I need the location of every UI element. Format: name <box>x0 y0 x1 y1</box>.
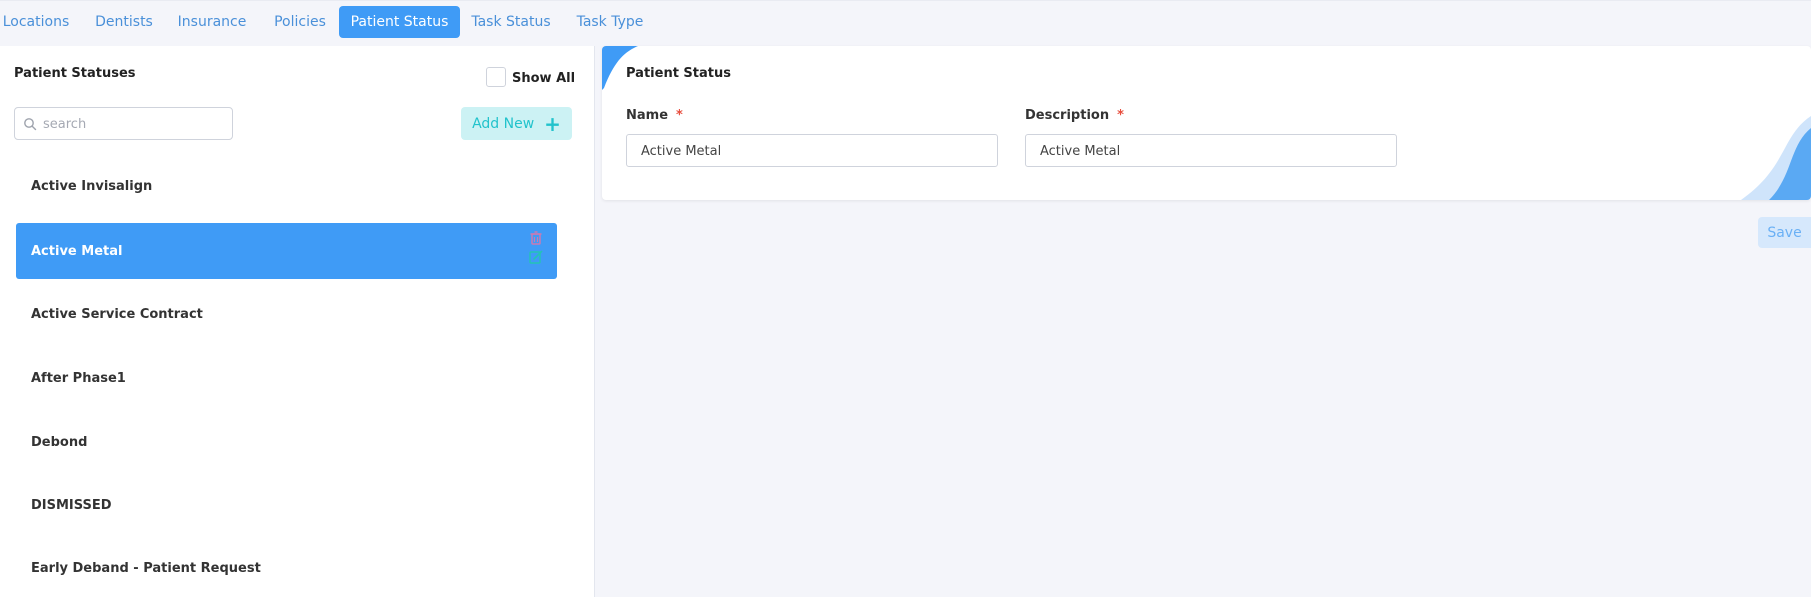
save-button[interactable]: Save <box>1758 217 1811 248</box>
show-all-checkbox[interactable] <box>486 67 506 87</box>
name-input[interactable] <box>641 140 981 162</box>
patient-status-form: Patient Status Name * Description * <box>602 46 1811 200</box>
name-label-text: Name <box>626 108 669 123</box>
description-input[interactable] <box>1040 140 1380 162</box>
top-tab-bar: Locations Dentists Insurance Policies Pa… <box>0 0 1811 46</box>
form-title: Patient Status <box>626 66 731 81</box>
tab-policies[interactable]: Policies <box>264 6 336 38</box>
item-actions <box>529 231 543 264</box>
list-item[interactable]: DISMISSED <box>16 477 557 533</box>
list-item-label: Active Invisalign <box>31 178 153 194</box>
list-item-label: DISMISSED <box>31 497 112 513</box>
list-item-selected[interactable]: Active Metal <box>16 223 557 279</box>
add-new-button[interactable]: Add New + <box>461 107 572 140</box>
tab-task-status[interactable]: Task Status <box>466 6 556 38</box>
search-input[interactable] <box>43 113 228 135</box>
description-field[interactable] <box>1025 134 1397 167</box>
show-all-label: Show All <box>512 71 576 86</box>
tab-locations[interactable]: Locations <box>0 6 72 38</box>
panel-title: Patient Statuses <box>14 66 136 81</box>
edit-icon[interactable] <box>529 250 543 264</box>
list-item[interactable]: Active Invisalign <box>16 158 557 214</box>
tab-task-type[interactable]: Task Type <box>570 6 650 38</box>
name-field[interactable] <box>626 134 998 167</box>
wave-decoration <box>1741 116 1811 200</box>
name-label: Name * <box>626 108 683 123</box>
show-all-toggle[interactable]: Show All <box>486 66 575 88</box>
search-box[interactable] <box>14 107 233 140</box>
description-label-text: Description <box>1025 108 1110 123</box>
list-item-label: Active Metal <box>31 243 123 259</box>
list-item-label: Early Deband - Patient Request <box>31 560 261 576</box>
search-icon <box>24 118 37 131</box>
tab-insurance[interactable]: Insurance <box>172 6 252 38</box>
required-mark: * <box>1117 108 1124 123</box>
tab-dentists[interactable]: Dentists <box>84 6 164 38</box>
list-item-label: Active Service Contract <box>31 306 203 322</box>
description-label: Description * <box>1025 108 1124 123</box>
list-item-label: After Phase1 <box>31 370 126 386</box>
list-item-label: Debond <box>31 434 88 450</box>
trash-icon[interactable] <box>529 231 543 246</box>
required-mark: * <box>676 108 683 123</box>
list-item[interactable]: Early Deband - Patient Request <box>16 540 557 596</box>
patient-statuses-panel: Patient Statuses Show All Add New + Acti… <box>0 46 595 597</box>
tab-patient-status[interactable]: Patient Status <box>339 6 460 38</box>
add-new-label: Add New <box>472 115 535 132</box>
list-item[interactable]: After Phase1 <box>16 350 557 406</box>
plus-icon: + <box>544 111 561 136</box>
list-item[interactable]: Debond <box>16 414 557 470</box>
list-item[interactable]: Active Service Contract <box>16 286 557 342</box>
